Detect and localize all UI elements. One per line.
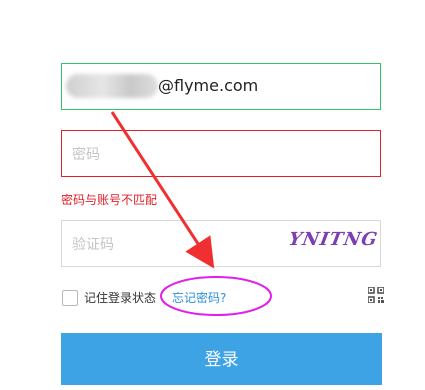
- qr-code-icon[interactable]: [368, 287, 384, 303]
- email-field[interactable]: @flyme.com: [61, 63, 381, 110]
- forgot-password-link[interactable]: 忘记密码?: [172, 289, 226, 306]
- login-button[interactable]: 登录: [61, 333, 382, 385]
- captcha-placeholder: 验证码: [72, 237, 114, 253]
- captcha-field[interactable]: 验证码 YNITNG: [61, 220, 381, 267]
- password-placeholder: 密码: [72, 147, 100, 163]
- email-domain: @flyme.com: [158, 76, 259, 95]
- error-message: 密码与账号不匹配: [61, 193, 158, 207]
- remember-checkbox[interactable]: [62, 290, 78, 306]
- blurred-username: [66, 74, 158, 98]
- captcha-image[interactable]: YNITNG: [285, 229, 380, 259]
- password-field[interactable]: 密码: [61, 130, 381, 177]
- remember-label: 记住登录状态: [84, 291, 157, 305]
